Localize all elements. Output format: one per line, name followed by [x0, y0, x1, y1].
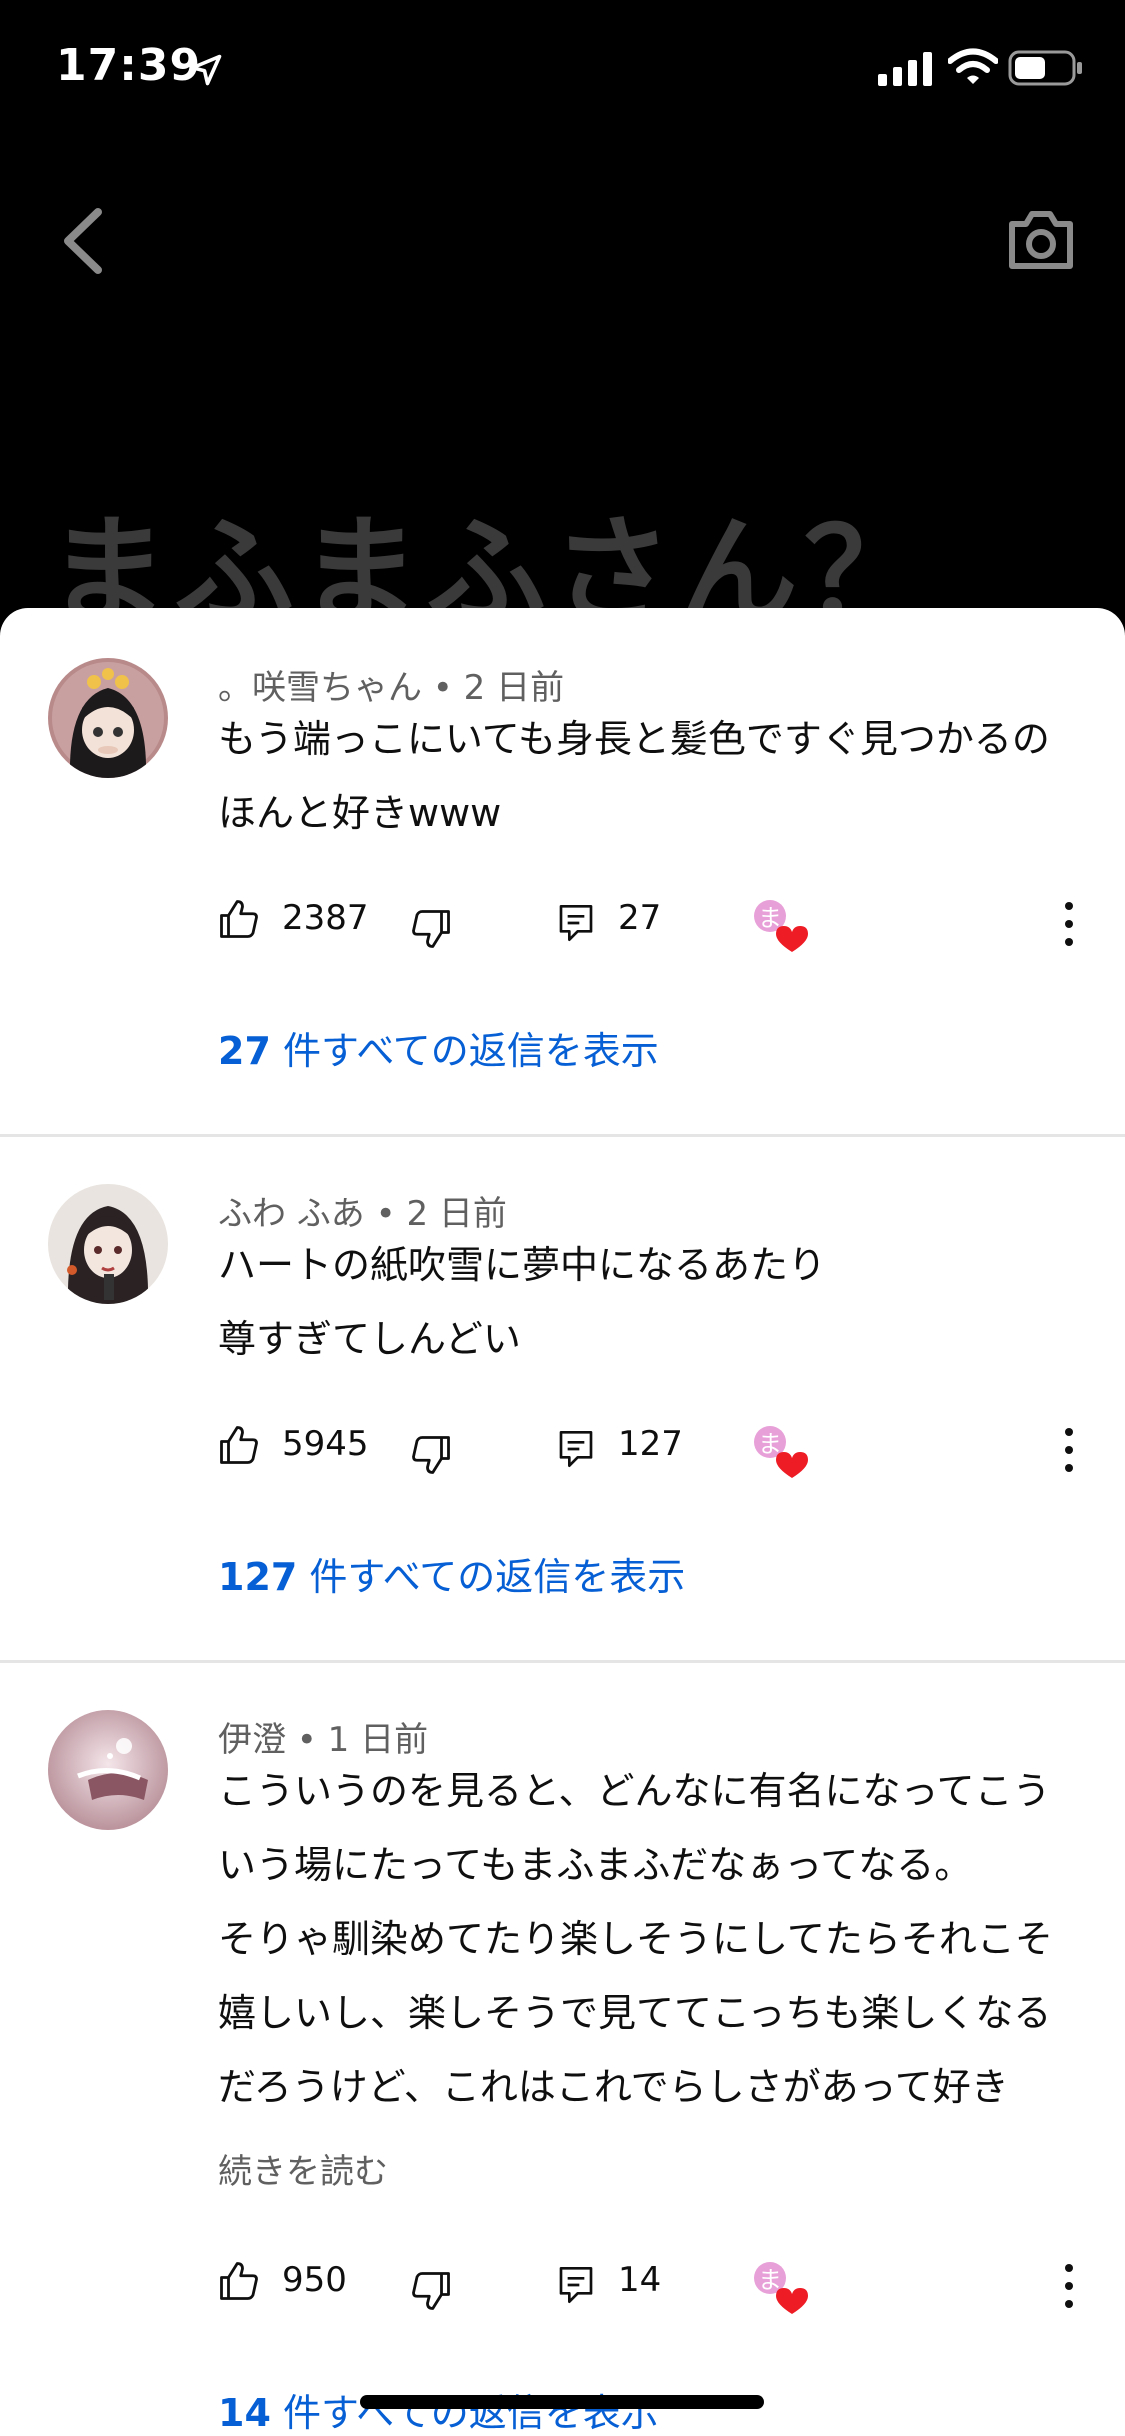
like-icon[interactable] [218, 1424, 260, 1466]
view-replies-link[interactable]: 27 件すべての返信を表示 [218, 1020, 659, 1075]
dislike-icon[interactable] [410, 1434, 452, 1476]
more-options-icon[interactable] [1056, 1424, 1082, 1476]
reply-icon[interactable] [556, 1428, 596, 1470]
creator-heart-icon: ま [754, 1426, 808, 1478]
camera-icon[interactable] [1006, 206, 1076, 272]
like-count: 5945 [282, 1424, 369, 1464]
back-button[interactable] [58, 206, 108, 276]
view-replies-link[interactable]: 127 件すべての返信を表示 [218, 1546, 685, 1601]
creator-heart-icon: ま [754, 900, 808, 952]
comment-actions: 5945 127 ま [0, 1416, 1125, 1486]
like-icon[interactable] [218, 898, 260, 940]
reply-icon[interactable] [556, 2264, 596, 2306]
comment-text-line: 嬉しいし、楽しそうで見ててこっちも楽しくなる [218, 1991, 1052, 2035]
comment-text-line: そりゃ馴染めてたり楽しそうにしてたらそれこそ [218, 1917, 1053, 1961]
comment-actions: 950 14 ま [0, 2252, 1125, 2322]
more-options-icon[interactable] [1056, 2260, 1082, 2312]
like-icon[interactable] [218, 2260, 260, 2302]
comment-text-line: ほんと好きwww [218, 791, 502, 835]
dislike-icon[interactable] [410, 2270, 452, 2312]
home-indicator[interactable] [360, 2395, 764, 2409]
read-more-link[interactable]: 続きを読む [218, 2144, 388, 2193]
divider [0, 1134, 1125, 1137]
view-replies-count: 127 [218, 1555, 298, 1599]
comment-text-line: こういうのを見ると、どんなに有名になってこう [218, 1769, 1051, 1813]
view-replies-count: 27 [218, 1029, 271, 1073]
avatar[interactable] [48, 1710, 168, 1830]
comment-text: こういうのを見ると、どんなに有名になってこう いう場にたってもまふまふだなぁって… [218, 1754, 1078, 2124]
creator-heart-icon: ま [754, 2262, 808, 2314]
avatar[interactable] [48, 658, 168, 778]
comment-text: もう端っこにいても身長と髪色ですぐ見つかるの ほんと好きwww [218, 702, 1078, 850]
comment-text-line: もう端っこにいても身長と髪色ですぐ見つかるの [218, 717, 1050, 761]
comment-text-line: いう場にたってもまふまふだなぁってなる。 [218, 1843, 973, 1887]
like-count: 2387 [282, 898, 369, 938]
reply-count: 14 [618, 2260, 662, 2300]
cellular-signal-icon [878, 52, 932, 86]
status-time: 17:39 [56, 40, 202, 91]
avatar[interactable] [48, 1184, 168, 1304]
view-replies-label: 件すべての返信を表示 [282, 1029, 659, 1073]
comment-text-line: ハートの紙吹雪に夢中になるあたり [218, 1243, 827, 1287]
more-options-icon[interactable] [1056, 898, 1082, 950]
view-replies-count: 14 [218, 2391, 271, 2435]
wifi-icon [948, 48, 998, 84]
like-count: 950 [282, 2260, 347, 2300]
comment-text: ハートの紙吹雪に夢中になるあたり 尊すぎてしんどい [218, 1228, 1078, 1376]
status-bar: 17:39 [0, 0, 1125, 140]
view-replies-link[interactable]: 14 件すべての返信を表示 [218, 2382, 659, 2436]
comment-actions: 2387 27 ま [0, 890, 1125, 960]
dislike-icon[interactable] [410, 908, 452, 950]
comment-text-line: だろうけど、これはこれでらしさがあって好き [218, 2065, 1009, 2109]
location-arrow-icon [190, 54, 222, 86]
screen: 17:39 まふまふさん？ 。咲雪ちゃん • 2 日前 もう端っこにいても身長と… [0, 0, 1125, 2436]
view-replies-label: 件すべての返信を表示 [309, 1555, 686, 1599]
comments-sheet: 。咲雪ちゃん • 2 日前 もう端っこにいても身長と髪色ですぐ見つかるの ほんと… [0, 608, 1125, 2436]
battery-icon [1008, 50, 1082, 86]
reply-count: 127 [618, 1424, 683, 1464]
comment-text-line: 尊すぎてしんどい [218, 1317, 521, 1361]
divider [0, 1660, 1125, 1663]
reply-count: 27 [618, 898, 662, 938]
reply-icon[interactable] [556, 902, 596, 944]
